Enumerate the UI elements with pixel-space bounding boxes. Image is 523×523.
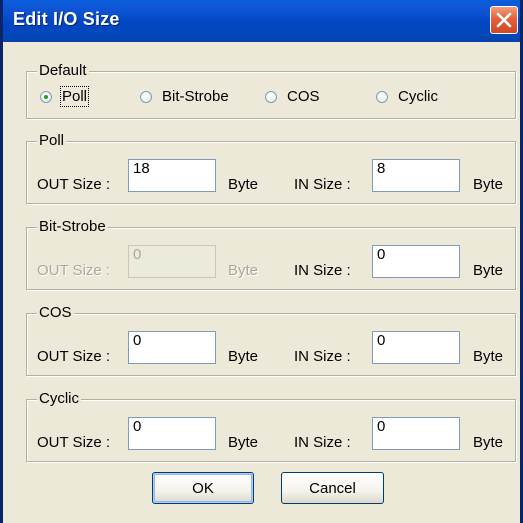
edit-io-size-dialog: Edit I/O Size Default Poll Bit-Strobe CO… xyxy=(0,0,523,523)
cos-in-size-input[interactable]: 0 xyxy=(372,331,460,364)
bit-strobe-out-unit: Byte xyxy=(228,262,259,279)
default-group-label: Default xyxy=(37,62,89,79)
bit-strobe-group-label: Bit-Strobe xyxy=(37,218,108,235)
close-button[interactable] xyxy=(490,6,518,34)
close-icon xyxy=(496,12,512,28)
bit-strobe-out-size-label: OUT Size : xyxy=(37,262,111,279)
radio-poll-label[interactable]: Poll xyxy=(59,86,90,107)
cancel-button[interactable]: Cancel xyxy=(281,472,384,504)
cos-group-label: COS xyxy=(37,304,74,321)
poll-group-label: Poll xyxy=(37,132,67,149)
radio-bit-strobe[interactable]: Bit-Strobe xyxy=(140,88,229,105)
poll-in-unit: Byte xyxy=(473,176,504,193)
cos-out-size-input[interactable]: 0 xyxy=(128,331,216,364)
radio-poll[interactable]: Poll xyxy=(40,86,90,107)
bit-strobe-in-unit: Byte xyxy=(473,262,504,279)
cos-in-unit: Byte xyxy=(473,348,504,365)
cyclic-in-unit: Byte xyxy=(473,434,504,451)
poll-in-size-label: IN Size : xyxy=(294,176,351,193)
bit-strobe-out-size-input: 0 xyxy=(128,245,216,278)
cos-out-size-label: OUT Size : xyxy=(37,348,111,365)
radio-bit-strobe-indicator[interactable] xyxy=(140,90,152,103)
cos-group: COS OUT Size : 0 Byte IN Size : 0 Byte xyxy=(26,305,516,376)
ok-button[interactable]: OK xyxy=(152,472,254,504)
radio-cos-indicator[interactable] xyxy=(265,90,277,103)
poll-in-size-input[interactable]: 8 xyxy=(372,159,460,192)
cyclic-out-unit: Byte xyxy=(228,434,259,451)
poll-out-size-input[interactable]: 18 xyxy=(128,159,216,192)
cyclic-group: Cyclic OUT Size : 0 Byte IN Size : 0 Byt… xyxy=(26,391,516,462)
dialog-title: Edit I/O Size xyxy=(13,9,120,29)
default-group: Default Poll Bit-Strobe COS Cyclic xyxy=(26,63,516,119)
cos-in-size-label: IN Size : xyxy=(294,348,351,365)
radio-cos-label[interactable]: COS xyxy=(287,88,320,105)
cyclic-in-size-label: IN Size : xyxy=(294,434,351,451)
poll-out-unit: Byte xyxy=(228,176,259,193)
radio-cyclic-label[interactable]: Cyclic xyxy=(398,88,438,105)
radio-cyclic[interactable]: Cyclic xyxy=(376,88,438,105)
cyclic-in-size-input[interactable]: 0 xyxy=(372,417,460,450)
cyclic-out-size-input[interactable]: 0 xyxy=(128,417,216,450)
cyclic-out-size-label: OUT Size : xyxy=(37,434,111,451)
title-bar[interactable]: Edit I/O Size xyxy=(3,0,520,42)
poll-out-size-label: OUT Size : xyxy=(37,176,111,193)
radio-cyclic-indicator[interactable] xyxy=(376,90,388,103)
cyclic-group-label: Cyclic xyxy=(37,390,81,407)
radio-cos[interactable]: COS xyxy=(265,88,320,105)
bit-strobe-group: Bit-Strobe OUT Size : 0 Byte IN Size : 0… xyxy=(26,219,516,290)
radio-poll-indicator[interactable] xyxy=(40,90,52,103)
radio-bit-strobe-label[interactable]: Bit-Strobe xyxy=(162,88,229,105)
bit-strobe-in-size-label: IN Size : xyxy=(294,262,351,279)
poll-group: Poll OUT Size : 18 Byte IN Size : 8 Byte xyxy=(26,133,516,204)
cos-out-unit: Byte xyxy=(228,348,259,365)
bit-strobe-in-size-input[interactable]: 0 xyxy=(372,245,460,278)
